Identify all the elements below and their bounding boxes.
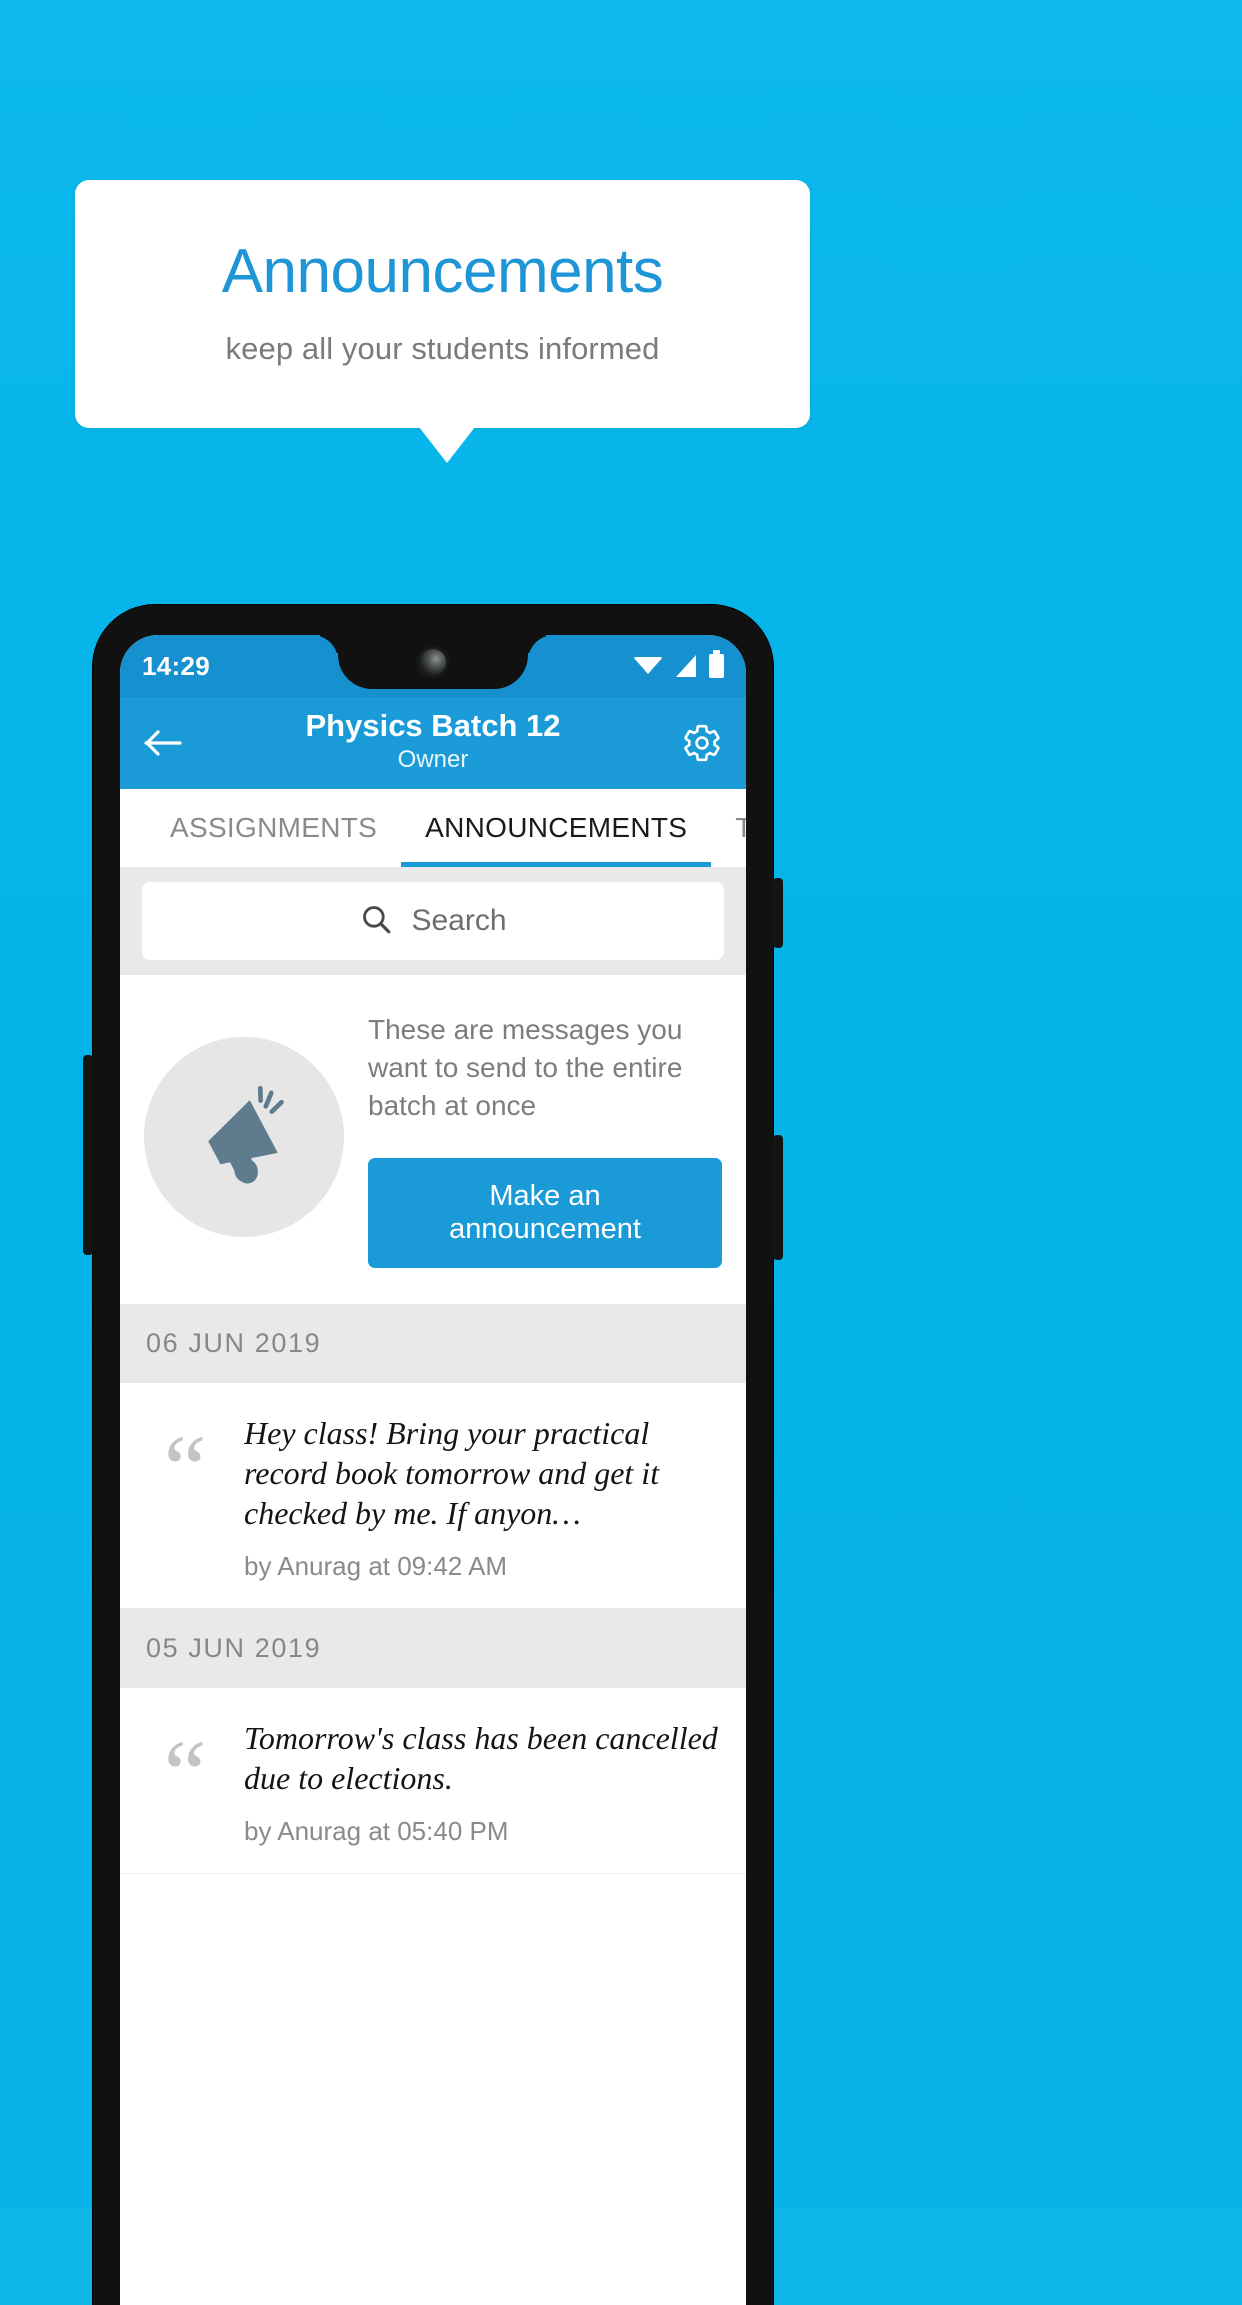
status-time: 14:29 xyxy=(142,650,210,681)
app-bar-titles: Physics Batch 12 Owner xyxy=(120,707,746,775)
quote-icon: “ xyxy=(163,1720,207,1828)
announcement-body: Hey class! Bring your practical record b… xyxy=(244,1413,720,1582)
megaphone-icon xyxy=(144,1036,344,1237)
promo-title: Announcements xyxy=(221,237,664,306)
search-icon xyxy=(359,902,393,941)
phone-power-button[interactable] xyxy=(773,878,783,948)
status-bar: 14:29 xyxy=(120,635,746,697)
phone-volume-button[interactable] xyxy=(83,1055,93,1255)
promo-callout-tail xyxy=(419,427,475,463)
tab-bar[interactable]: ASSIGNMENTS ANNOUNCEMENTS TESTS ’ xyxy=(120,789,746,867)
tab-tests[interactable]: TESTS xyxy=(711,789,746,867)
gear-icon[interactable] xyxy=(680,721,724,765)
search-section: Search xyxy=(120,867,746,975)
wifi-icon xyxy=(633,656,663,674)
phone-frame: 14:29 Physics Batch 12 Owner ASSIGNMENTS… xyxy=(93,605,773,2305)
status-icons xyxy=(633,650,724,678)
search-placeholder: Search xyxy=(411,904,507,937)
front-camera-icon xyxy=(420,649,446,675)
date-header: 05 JUN 2019 xyxy=(120,1609,746,1689)
battery-icon xyxy=(709,650,724,678)
signal-icon xyxy=(676,655,696,677)
empty-state-content: These are messages you want to send to t… xyxy=(368,1005,722,1269)
announcement-body: Tomorrow's class has been cancelled due … xyxy=(244,1718,720,1847)
announcement-text: Tomorrow's class has been cancelled due … xyxy=(244,1720,718,1797)
promo-callout-card: Announcements keep all your students inf… xyxy=(75,180,810,428)
announcement-text: Hey class! Bring your practical record b… xyxy=(244,1415,660,1532)
announcement-item[interactable]: “ Tomorrow's class has been cancelled du… xyxy=(120,1688,746,1875)
tab-announcements[interactable]: ANNOUNCEMENTS xyxy=(401,789,712,867)
app-bar: Physics Batch 12 Owner xyxy=(120,697,746,789)
empty-state-description: These are messages you want to send to t… xyxy=(368,1014,683,1121)
quote-icon: “ xyxy=(163,1415,207,1523)
page-subtitle: Owner xyxy=(397,746,469,774)
make-announcement-button[interactable]: Make an announcement xyxy=(368,1158,722,1269)
empty-state-row: These are messages you want to send to t… xyxy=(120,975,746,1305)
announcement-meta: by Anurag at 09:42 AM xyxy=(244,1551,508,1582)
back-arrow-icon[interactable] xyxy=(142,721,186,765)
promo-subtitle: keep all your students informed xyxy=(225,331,660,366)
date-header: 06 JUN 2019 xyxy=(120,1304,746,1384)
phone-screen: 14:29 Physics Batch 12 Owner ASSIGNMENTS… xyxy=(120,635,746,2305)
announcement-meta: by Anurag at 05:40 PM xyxy=(244,1816,509,1847)
announcement-item[interactable]: “ Hey class! Bring your practical record… xyxy=(120,1383,746,1610)
phone-notch xyxy=(338,635,528,689)
search-input[interactable]: Search xyxy=(142,882,724,960)
page-title: Physics Batch 12 xyxy=(305,708,561,743)
phone-side-button[interactable] xyxy=(773,1135,783,1260)
tab-assignments[interactable]: ASSIGNMENTS xyxy=(146,789,401,867)
